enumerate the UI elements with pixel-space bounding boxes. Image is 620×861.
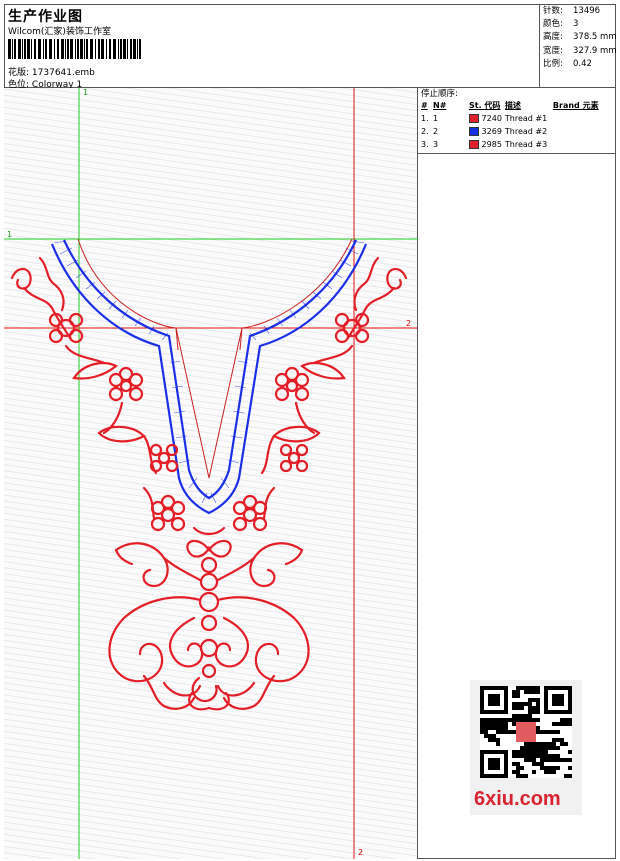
thread-swatch [469,140,479,149]
col-n: N# [433,101,447,110]
watermark: 6xiu.com [470,680,582,815]
stop-sequence-panel: 停止顺序: # N# St. 代码 描述 Brand 元素 1. 1 7240 … [418,88,616,154]
col-brand-element: Brand 元素 [552,101,599,110]
stat-height: 高度: 378.5 mm [543,32,617,43]
marker-green-left: 1 [7,230,13,239]
stop-sequence-table: # N# St. 代码 描述 Brand 元素 1. 1 7240 Thread… [421,100,602,151]
qr-code [480,686,572,778]
left-swirl-1 [10,267,32,290]
marker-red-right: 2 [406,319,412,328]
placket-outline [175,327,243,351]
design-stats: 针数: 13496 颜色: 3 高度: 378.5 mm 宽度: 327.9 mm 比例… [539,4,617,88]
barcode [8,39,141,59]
watermark-text: 6xiu.com [474,788,561,810]
company-name: Wilcom(汇家)装饰工作室 [8,27,111,37]
stat-colors: 颜色: 3 [543,19,579,30]
marker-red-bottom: 2 [358,848,364,857]
table-row: 2. 2 3269 Thread #2 [421,127,548,136]
worksheet-header: 生产作业图 Wilcom(汇家)装饰工作室 花版: 1737641.emb 色位… [4,4,617,90]
table-row: 3. 3 2985 Thread #3 [421,140,548,149]
col-desc: 描述 [504,101,521,110]
thread-swatch [469,127,479,136]
stat-width: 宽度: 327.9 mm [543,45,617,56]
thread-swatch [469,114,479,123]
page-title: 生产作业图 [8,9,83,25]
col-st-code: St. 代码 [469,101,501,110]
red-embroidery [10,256,408,711]
stop-sequence-caption: 停止顺序: [421,89,458,99]
embroidery-preview [4,88,418,859]
marker-green-top: 1 [83,88,89,97]
design-canvas: 1 1 2 2 [4,88,418,859]
stat-stitches: 针数: 13496 [543,6,601,16]
stop-table-header: # N# St. 代码 描述 Brand 元素 [421,100,602,112]
col-hash: # [421,101,428,110]
blue-border-fill [53,240,365,504]
table-row: 1. 1 7240 Thread #1 [421,114,548,123]
stat-scale: 比例: 0.42 [543,58,592,69]
